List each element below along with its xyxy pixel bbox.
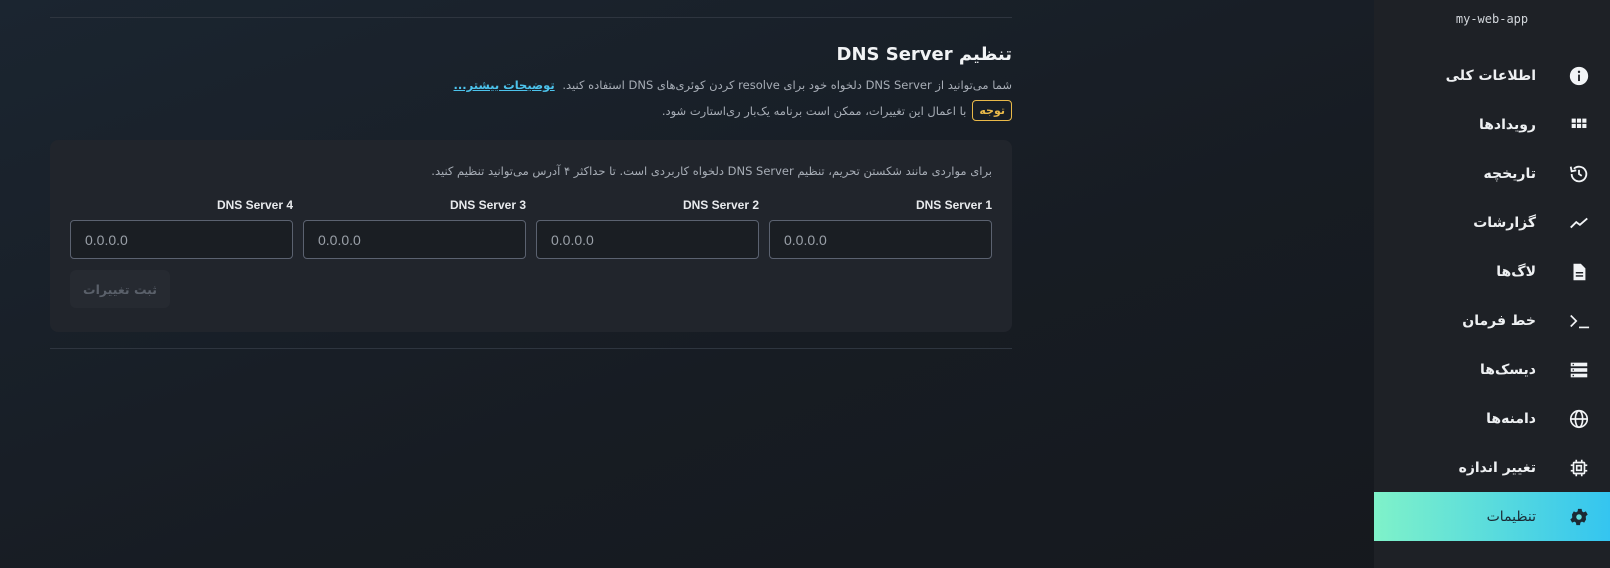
sidebar-item-label: تغییر اندازه xyxy=(1458,459,1536,476)
dns-field-1: DNS Server 1 xyxy=(769,198,992,259)
dns-field-2: DNS Server 2 xyxy=(536,198,759,259)
dns-fields: DNS Server 1 DNS Server 2 DNS Server 3 D… xyxy=(70,198,992,259)
note-badge: توجه xyxy=(972,100,1012,121)
sidebar-item-resize[interactable]: تغییر اندازه xyxy=(1374,443,1610,492)
sidebar-item-label: دامنه‌ها xyxy=(1486,410,1536,427)
history-icon xyxy=(1568,163,1590,185)
sidebar-item-label: تاریخچه xyxy=(1483,165,1537,182)
dns-server-2-label: DNS Server 2 xyxy=(682,198,759,212)
dns-field-4: DNS Server 4 xyxy=(70,198,293,259)
sidebar-item-label: خط فرمان xyxy=(1462,312,1536,329)
sidebar: my-web-app اطلاعات کلی رویدادها تاریخچه … xyxy=(1374,0,1610,568)
sidebar-item-label: لاگ‌ها xyxy=(1496,263,1536,280)
dns-settings-card: برای مواردی مانند شکستن تحریم، تنظیم DNS… xyxy=(50,140,1012,332)
sidebar-item-settings[interactable]: تنظیمات xyxy=(1374,492,1610,541)
main-content: تنظیم DNS Server شما می‌توانید از DNS Se… xyxy=(50,0,1012,568)
dns-server-3-input[interactable] xyxy=(303,220,526,259)
sidebar-item-label: تنظیمات xyxy=(1486,508,1536,525)
dns-server-1-input[interactable] xyxy=(769,220,992,259)
server-icon xyxy=(1568,359,1590,381)
sidebar-item-label: رویدادها xyxy=(1478,116,1536,133)
sidebar-item-reports[interactable]: گزارشات xyxy=(1374,198,1610,247)
dns-field-3: DNS Server 3 xyxy=(303,198,526,259)
sidebar-item-disks[interactable]: دیسک‌ها xyxy=(1374,345,1610,394)
sidebar-item-overview[interactable]: اطلاعات کلی xyxy=(1374,51,1610,100)
info-icon xyxy=(1568,65,1590,87)
section-description: شما می‌توانید از DNS Server دلخواه خود ب… xyxy=(454,78,1013,92)
terminal-icon xyxy=(1568,310,1590,332)
dns-server-2-input[interactable] xyxy=(536,220,759,259)
grid-icon xyxy=(1568,114,1590,136)
description-text: شما می‌توانید از DNS Server دلخواه خود ب… xyxy=(562,78,1012,92)
sidebar-item-logs[interactable]: لاگ‌ها xyxy=(1374,247,1610,296)
chip-icon xyxy=(1568,457,1590,479)
sidebar-item-terminal[interactable]: خط فرمان xyxy=(1374,296,1610,345)
page-title: تنظیم DNS Server xyxy=(836,44,1012,65)
sidebar-item-label: گزارشات xyxy=(1473,214,1536,231)
card-description: برای مواردی مانند شکستن تحریم، تنظیم DNS… xyxy=(431,164,992,178)
dns-server-1-label: DNS Server 1 xyxy=(915,198,992,212)
sidebar-nav: اطلاعات کلی رویدادها تاریخچه گزارشات لاگ… xyxy=(1374,51,1610,541)
sidebar-item-events[interactable]: رویدادها xyxy=(1374,100,1610,149)
note-text: با اعمال این تغییرات، ممکن است برنامه یک… xyxy=(661,103,967,118)
gear-icon xyxy=(1568,506,1590,528)
sidebar-item-domains[interactable]: دامنه‌ها xyxy=(1374,394,1610,443)
sidebar-item-history[interactable]: تاریخچه xyxy=(1374,149,1610,198)
app-name: my-web-app xyxy=(1455,12,1529,26)
top-divider xyxy=(50,17,1012,18)
globe-icon xyxy=(1568,408,1590,430)
sidebar-item-label: اطلاعات کلی xyxy=(1445,67,1536,84)
bottom-divider xyxy=(50,348,1012,349)
dns-server-4-label: DNS Server 4 xyxy=(216,198,293,212)
restart-note: توجه با اعمال این تغییرات، ممکن است برنا… xyxy=(662,100,1012,121)
chart-line-icon xyxy=(1568,212,1590,234)
sidebar-item-label: دیسک‌ها xyxy=(1480,361,1536,378)
save-changes-button[interactable]: ثبت تغییرات xyxy=(70,270,170,308)
dns-server-3-label: DNS Server 3 xyxy=(449,198,526,212)
dns-server-4-input[interactable] xyxy=(70,220,293,259)
more-info-link[interactable]: توضیحات بیشتر... xyxy=(454,78,555,92)
file-icon xyxy=(1568,261,1590,283)
